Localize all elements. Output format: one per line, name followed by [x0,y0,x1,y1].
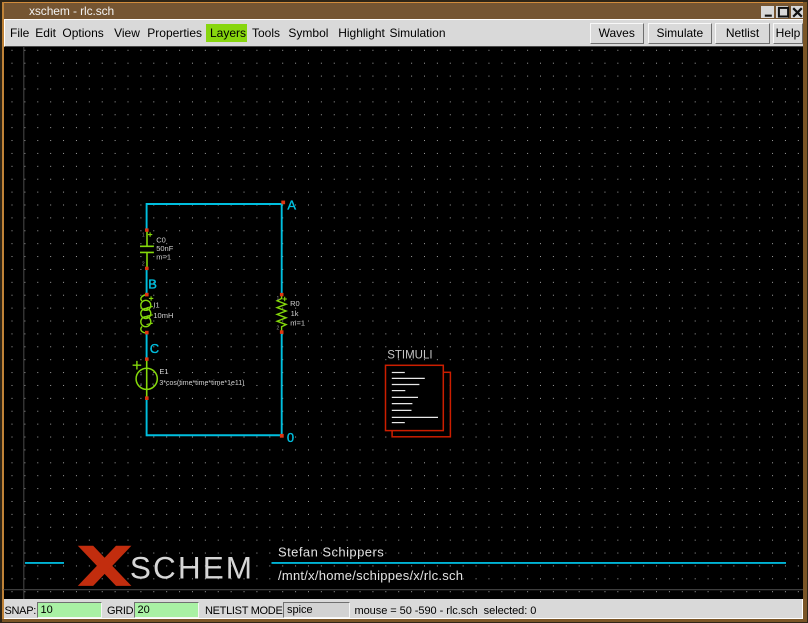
svg-text:0: 0 [287,430,294,445]
svg-text:m=1: m=1 [156,252,171,261]
svg-text:R0: R0 [290,299,300,308]
svg-text:2: 2 [277,325,280,331]
svg-text:/mnt/x/home/schippes/x/rlc.sch: /mnt/x/home/schippes/x/rlc.sch [278,568,463,583]
svg-text:B: B [148,277,157,292]
svg-text:STIMULI: STIMULI [387,349,432,361]
svg-text:1k: 1k [291,309,299,318]
svg-text:3*cos(time*time*time*1e11): 3*cos(time*time*time*1e11) [159,380,244,387]
svg-text:m=1: m=1 [290,318,305,327]
svg-text:I1: I1 [153,300,159,309]
svg-text:SCHEM: SCHEM [130,550,254,586]
svg-text:1: 1 [277,296,280,302]
svg-text:1: 1 [142,232,145,238]
svg-text:Stefan Schippers: Stefan Schippers [278,545,384,560]
svg-text:A: A [287,198,296,213]
svg-text:2: 2 [142,261,145,267]
svg-text:10mH: 10mH [153,311,173,320]
svg-text:E1: E1 [159,367,168,376]
svg-text:C: C [150,341,159,356]
